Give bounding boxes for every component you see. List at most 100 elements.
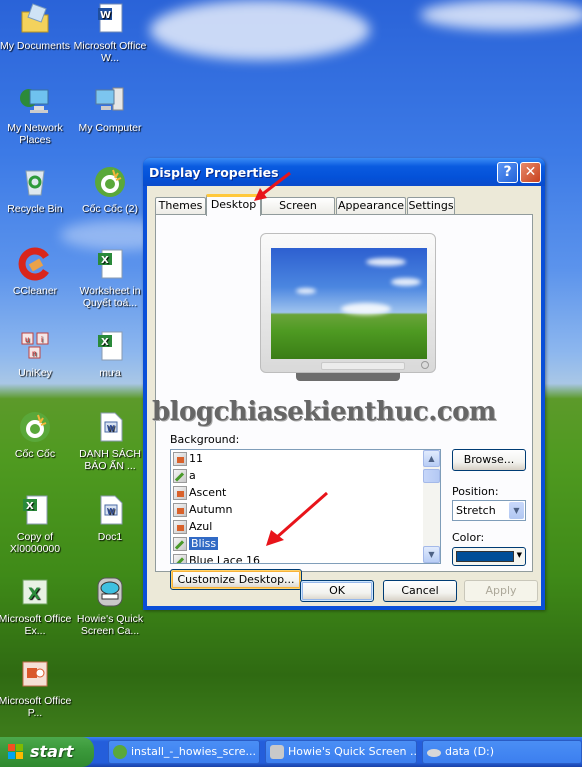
- desktop-icon-doc1[interactable]: W Doc1: [72, 493, 148, 543]
- desktop-icon-word[interactable]: W Microsoft Office W...: [72, 2, 148, 64]
- desktop-icon-copy-of-xl[interactable]: X Copy of Xl0000000: [0, 493, 73, 555]
- desktop-icon-my-documents[interactable]: My Documents: [0, 2, 73, 52]
- list-item[interactable]: Autumn: [173, 501, 232, 518]
- background-label: Background:: [170, 433, 240, 446]
- list-item-selected[interactable]: Bliss: [173, 535, 219, 552]
- title-bar[interactable]: Display Properties ? ✕: [143, 158, 545, 186]
- tab-themes[interactable]: Themes: [155, 197, 206, 215]
- watermark: blogchiasekienthuc.com: [152, 397, 496, 427]
- svg-text:W: W: [107, 507, 115, 516]
- desktop-icon-coccoc-2[interactable]: Cốc Cốc (2): [72, 165, 148, 215]
- desktop-icon-label: Doc1: [97, 531, 123, 543]
- coccoc-icon: [113, 745, 127, 759]
- monitor-bezel-slot: [321, 362, 405, 370]
- my-computer-icon: [93, 84, 127, 118]
- taskbar-item-install[interactable]: install_-_howies_scre...: [108, 740, 260, 764]
- html-wallpaper-icon: [173, 452, 187, 466]
- color-swatch: [456, 551, 514, 562]
- desktop-icon-label: DANH SÁCH BÁO ẤN ...: [79, 448, 141, 472]
- taskbar-item-label: data (D:): [445, 745, 495, 758]
- tab-settings[interactable]: Settings: [407, 197, 455, 215]
- svg-text:n: n: [32, 349, 36, 358]
- svg-text:X: X: [28, 584, 41, 603]
- list-item[interactable]: Azul: [173, 518, 212, 535]
- desktop-icon-label: CCleaner: [12, 285, 58, 297]
- taskbar-item-data-drive[interactable]: data (D:): [422, 740, 582, 764]
- list-scrollbar[interactable]: ▲ ▼: [423, 450, 440, 563]
- excel-doc-icon: X: [18, 493, 52, 527]
- desktop-icon-worksheet[interactable]: X Worksheet in Quyết toá...: [72, 247, 148, 309]
- howies-screen-capture-icon: [270, 745, 284, 759]
- sky-cloud: [150, 0, 370, 60]
- scroll-up-button[interactable]: ▲: [423, 450, 440, 467]
- word-doc-icon: W: [93, 493, 127, 527]
- desktop-icon-ccleaner[interactable]: CCleaner: [0, 247, 73, 297]
- start-label: start: [30, 742, 74, 761]
- dialog-client: Themes Desktop Screen Saver Appearance S…: [147, 186, 541, 606]
- close-button[interactable]: ✕: [520, 162, 541, 183]
- desktop-icon-label: UniKey: [18, 367, 52, 379]
- monitor-preview: [260, 233, 436, 373]
- network-places-icon: [18, 84, 52, 118]
- html-wallpaper-icon: [173, 486, 187, 500]
- picture-wallpaper-icon: [173, 469, 187, 483]
- display-properties-window: Display Properties ? ✕ Themes Desktop Sc…: [143, 158, 545, 610]
- monitor-stand: [296, 373, 400, 381]
- annotation-arrow-customize: [266, 491, 328, 546]
- desktop-icon-label: Microsoft Office W...: [73, 40, 147, 64]
- coccoc-icon: [18, 410, 52, 444]
- scroll-thumb[interactable]: [423, 469, 440, 483]
- list-item[interactable]: Blue Lace 16: [173, 552, 260, 563]
- desktop-icon-powerpoint[interactable]: Microsoft Office P...: [0, 657, 73, 719]
- excel-icon: X: [18, 575, 52, 609]
- position-value: Stretch: [456, 504, 496, 517]
- html-wallpaper-icon: [173, 520, 187, 534]
- picture-wallpaper-icon: [173, 554, 187, 563]
- windows-logo-icon: [8, 744, 24, 760]
- position-label: Position:: [452, 485, 499, 498]
- tab-appearance[interactable]: Appearance: [336, 197, 406, 215]
- desktop-icon-label: My Computer: [78, 122, 142, 134]
- list-item[interactable]: a: [173, 467, 196, 484]
- coccoc-icon: [93, 165, 127, 199]
- desktop-icon-label: Cốc Cốc: [14, 448, 56, 460]
- taskbar-item-label: install_-_howies_scre...: [131, 745, 256, 758]
- cancel-button[interactable]: Cancel: [383, 580, 457, 602]
- wallpaper-preview: [271, 248, 427, 359]
- desktop-icon-mua[interactable]: X mưa: [72, 329, 148, 379]
- powerpoint-icon: [18, 657, 52, 691]
- desktop-icon-excel[interactable]: X Microsoft Office Ex...: [0, 575, 73, 637]
- color-picker-button[interactable]: ▼: [452, 547, 526, 566]
- list-item[interactable]: Ascent: [173, 484, 226, 501]
- scroll-down-button[interactable]: ▼: [423, 546, 440, 563]
- picture-wallpaper-icon: [173, 537, 187, 551]
- browse-button[interactable]: Browse...: [452, 449, 526, 471]
- start-button[interactable]: start: [0, 737, 94, 767]
- list-item[interactable]: 11: [173, 450, 203, 467]
- svg-text:i: i: [41, 335, 43, 344]
- recycle-bin-icon: [18, 165, 52, 199]
- desktop-icon-my-computer[interactable]: My Computer: [72, 84, 148, 134]
- customize-desktop-button[interactable]: Customize Desktop...: [170, 569, 302, 590]
- taskbar-item-howies[interactable]: Howie's Quick Screen ...: [265, 740, 417, 764]
- desktop-icon-label: Microsoft Office Ex...: [0, 613, 72, 637]
- apply-button[interactable]: Apply: [464, 580, 538, 602]
- color-label: Color:: [452, 531, 485, 544]
- desktop-icon-coccoc[interactable]: Cốc Cốc: [0, 410, 73, 460]
- desktop-icon-label: Copy of Xl0000000: [9, 531, 61, 555]
- desktop-icon-danh-sach[interactable]: W DANH SÁCH BÁO ẤN ...: [72, 410, 148, 472]
- desktop-icon-my-network-places[interactable]: My Network Places: [0, 84, 73, 146]
- dropdown-arrow-icon: ▼: [516, 551, 522, 559]
- position-select[interactable]: Stretch ▼: [452, 500, 526, 521]
- desktop-icon-recycle-bin[interactable]: Recycle Bin: [0, 165, 73, 215]
- svg-text:X: X: [101, 255, 109, 266]
- desktop-tab-panel: blogchiasekienthuc.com Background: 11 a …: [152, 214, 533, 590]
- excel-doc-icon: X: [93, 329, 127, 363]
- desktop-icon-howies[interactable]: Howie's Quick Screen Ca...: [72, 575, 148, 637]
- chevron-down-icon[interactable]: ▼: [509, 502, 524, 519]
- ok-button[interactable]: OK: [300, 580, 374, 602]
- svg-text:X: X: [26, 501, 34, 512]
- unikey-icon: u in: [18, 329, 52, 363]
- desktop-icon-unikey[interactable]: u in UniKey: [0, 329, 73, 379]
- help-button[interactable]: ?: [497, 162, 518, 183]
